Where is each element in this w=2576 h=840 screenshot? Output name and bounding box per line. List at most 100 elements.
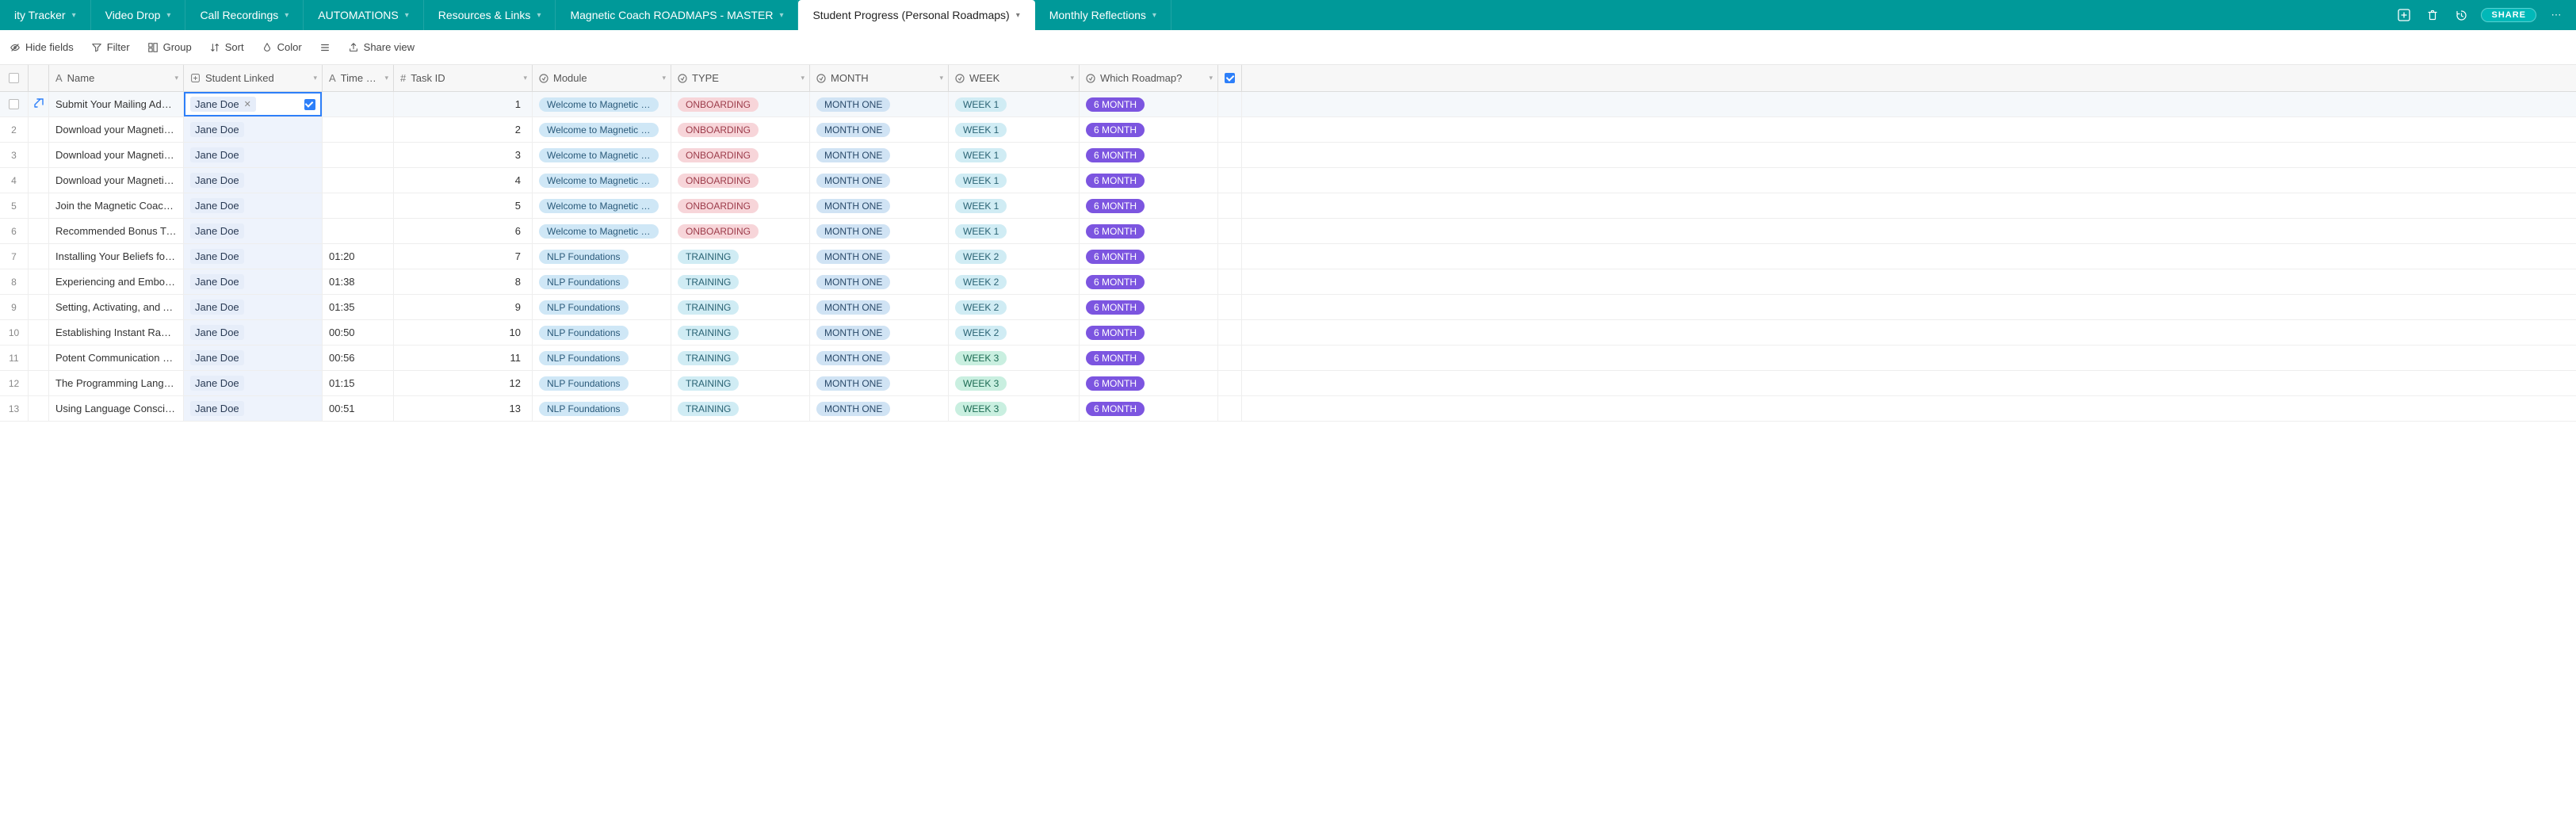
cell-module[interactable]: NLP Foundations — [533, 244, 671, 269]
cell-done[interactable] — [1218, 193, 1242, 218]
cell-type[interactable]: TRAINING — [671, 244, 810, 269]
cell-month[interactable]: MONTH ONE — [810, 320, 949, 345]
table-row[interactable]: 10Establishing Instant Rapp…Jane Doe00:5… — [0, 320, 2576, 346]
student-chip[interactable]: Jane Doe — [190, 173, 244, 188]
cell-taskid[interactable]: 6 — [394, 219, 533, 243]
chevron-down-icon[interactable]: ▾ — [174, 74, 178, 82]
cell-student[interactable]: Jane Doe — [184, 219, 323, 243]
cell-taskid[interactable]: 5 — [394, 193, 533, 218]
cell-type[interactable]: TRAINING — [671, 371, 810, 395]
row-number[interactable]: 5 — [0, 193, 29, 218]
cell-done[interactable] — [1218, 92, 1242, 116]
cell-student[interactable]: Jane Doe — [184, 371, 323, 395]
header-type[interactable]: TYPE▾ — [671, 65, 810, 91]
cell-month[interactable]: MONTH ONE — [810, 219, 949, 243]
cell-time[interactable]: 00:50 — [323, 320, 394, 345]
cell-taskid[interactable]: 13 — [394, 396, 533, 421]
table-row[interactable]: 5Join the Magnetic Coach…Jane Doe5Welcom… — [0, 193, 2576, 219]
student-chip[interactable]: Jane Doe — [190, 300, 244, 315]
chevron-down-icon[interactable]: ▾ — [1209, 74, 1213, 82]
cell-name[interactable]: Installing Your Beliefs for … — [49, 244, 184, 269]
cell-module[interactable]: NLP Foundations — [533, 346, 671, 370]
tab-5[interactable]: Magnetic Coach ROADMAPS - MASTER▾ — [556, 0, 798, 30]
cell-done[interactable] — [1218, 371, 1242, 395]
student-chip[interactable]: Jane Doe — [190, 274, 244, 289]
header-taskid[interactable]: #Task ID▾ — [394, 65, 533, 91]
cell-type[interactable]: ONBOARDING — [671, 193, 810, 218]
cell-week[interactable]: WEEK 1 — [949, 168, 1080, 193]
row-number[interactable] — [0, 92, 29, 116]
cell-roadmap[interactable]: 6 MONTH — [1080, 193, 1218, 218]
cell-week[interactable]: WEEK 2 — [949, 269, 1080, 294]
cell-name[interactable]: Setting, Activating, and A… — [49, 295, 184, 319]
cell-done[interactable] — [1218, 346, 1242, 370]
student-chip[interactable]: Jane Doe — [190, 249, 244, 264]
student-chip[interactable]: Jane Doe — [190, 223, 244, 239]
cell-roadmap[interactable]: 6 MONTH — [1080, 346, 1218, 370]
header-student[interactable]: Student Linked▾ — [184, 65, 323, 91]
cell-type[interactable]: TRAINING — [671, 320, 810, 345]
cell-time[interactable]: 01:38 — [323, 269, 394, 294]
cell-month[interactable]: MONTH ONE — [810, 143, 949, 167]
header-checkbox-cell[interactable] — [0, 65, 29, 91]
student-chip[interactable]: Jane Doe✕ — [190, 97, 256, 112]
cell-student[interactable]: Jane Doe — [184, 269, 323, 294]
cell-taskid[interactable]: 2 — [394, 117, 533, 142]
cell-module[interactable]: NLP Foundations — [533, 396, 671, 421]
cell-month[interactable]: MONTH ONE — [810, 371, 949, 395]
cell-roadmap[interactable]: 6 MONTH — [1080, 168, 1218, 193]
filter-button[interactable]: Filter — [91, 41, 130, 53]
select-all-checkbox[interactable] — [9, 73, 19, 83]
cell-roadmap[interactable]: 6 MONTH — [1080, 320, 1218, 345]
remove-chip-icon[interactable]: ✕ — [244, 99, 251, 109]
table-row[interactable]: 9Setting, Activating, and A…Jane Doe01:3… — [0, 295, 2576, 320]
table-row[interactable]: 3Download your Magnetic …Jane Doe3Welcom… — [0, 143, 2576, 168]
cell-roadmap[interactable]: 6 MONTH — [1080, 396, 1218, 421]
row-number[interactable]: 8 — [0, 269, 29, 294]
cell-week[interactable]: WEEK 1 — [949, 219, 1080, 243]
cell-time[interactable]: 00:56 — [323, 346, 394, 370]
cell-taskid[interactable]: 9 — [394, 295, 533, 319]
header-time[interactable]: ATime …▾ — [323, 65, 394, 91]
cell-student[interactable]: Jane Doe — [184, 143, 323, 167]
cell-module[interactable]: NLP Foundations — [533, 269, 671, 294]
cell-roadmap[interactable]: 6 MONTH — [1080, 269, 1218, 294]
chevron-down-icon[interactable]: ▾ — [523, 74, 527, 82]
cell-roadmap[interactable]: 6 MONTH — [1080, 117, 1218, 142]
cell-module[interactable]: Welcome to Magnetic … — [533, 143, 671, 167]
share-view-button[interactable]: Share view — [348, 41, 415, 53]
cell-name[interactable]: Recommended Bonus Tra… — [49, 219, 184, 243]
expand-cell[interactable] — [29, 295, 49, 319]
cell-month[interactable]: MONTH ONE — [810, 92, 949, 116]
cell-module[interactable]: NLP Foundations — [533, 295, 671, 319]
table-row[interactable]: Submit Your Mailing Addr…Jane Doe✕1Welco… — [0, 92, 2576, 117]
table-row[interactable]: 7Installing Your Beliefs for …Jane Doe01… — [0, 244, 2576, 269]
expand-cell[interactable] — [29, 320, 49, 345]
cell-week[interactable]: WEEK 1 — [949, 143, 1080, 167]
cell-module[interactable]: Welcome to Magnetic … — [533, 92, 671, 116]
cell-type[interactable]: ONBOARDING — [671, 92, 810, 116]
expand-cell[interactable] — [29, 219, 49, 243]
chevron-down-icon[interactable]: ▾ — [166, 11, 170, 20]
cell-type[interactable]: TRAINING — [671, 269, 810, 294]
cell-student[interactable]: Jane Doe — [184, 295, 323, 319]
cell-name[interactable]: Download your Magnetic … — [49, 117, 184, 142]
chevron-down-icon[interactable]: ▾ — [801, 74, 805, 82]
cell-week[interactable]: WEEK 2 — [949, 244, 1080, 269]
cell-done[interactable] — [1218, 117, 1242, 142]
cell-student[interactable]: Jane Doe — [184, 396, 323, 421]
expand-cell[interactable] — [29, 396, 49, 421]
tab-6[interactable]: Student Progress (Personal Roadmaps)▾ — [798, 0, 1034, 30]
cell-type[interactable]: TRAINING — [671, 295, 810, 319]
cell-time[interactable] — [323, 168, 394, 193]
chevron-down-icon[interactable]: ▾ — [285, 11, 289, 20]
table-row[interactable]: 2Download your Magnetic …Jane Doe2Welcom… — [0, 117, 2576, 143]
cell-month[interactable]: MONTH ONE — [810, 193, 949, 218]
cell-done[interactable] — [1218, 219, 1242, 243]
cell-time[interactable] — [323, 219, 394, 243]
cell-week[interactable]: WEEK 3 — [949, 346, 1080, 370]
row-number[interactable]: 7 — [0, 244, 29, 269]
cell-week[interactable]: WEEK 2 — [949, 320, 1080, 345]
cell-taskid[interactable]: 4 — [394, 168, 533, 193]
cell-taskid[interactable]: 1 — [394, 92, 533, 116]
